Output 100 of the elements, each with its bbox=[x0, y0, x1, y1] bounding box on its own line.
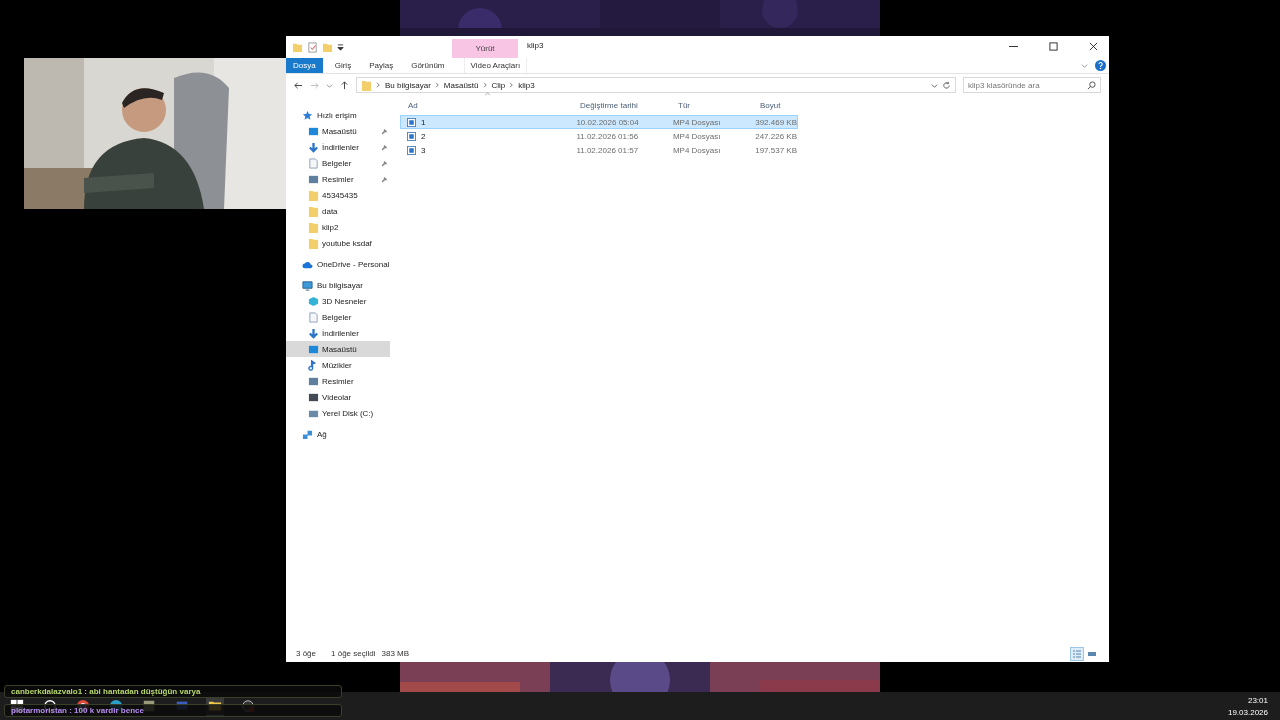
dropdown-icon[interactable] bbox=[337, 43, 344, 51]
nav-item[interactable]: klip2 bbox=[286, 219, 390, 235]
selection-size: 383 MB bbox=[381, 649, 410, 658]
chevron-right-icon[interactable] bbox=[434, 82, 440, 88]
nav-item[interactable]: Masaüstü bbox=[286, 123, 390, 139]
pictures-icon bbox=[308, 375, 319, 387]
nav-heading[interactable]: OneDrive - Personal bbox=[317, 259, 390, 269]
up-arrow-icon[interactable] bbox=[340, 80, 349, 90]
ribbon-tab[interactable]: Görünüm bbox=[402, 58, 454, 73]
maximize-icon[interactable] bbox=[1049, 42, 1058, 51]
nav-item[interactable]: Belgeler bbox=[286, 155, 390, 171]
download-icon bbox=[308, 141, 319, 153]
file-row[interactable]: 2 11.02.2026 01:56 MP4 Dosyası 247.226 KB bbox=[400, 129, 798, 143]
desktop-icon bbox=[308, 343, 319, 355]
column-header[interactable]: Ad bbox=[408, 100, 418, 110]
address-bar[interactable]: Bu bilgisayar Masaüstü Clip klip3 bbox=[356, 77, 956, 93]
pin-icon[interactable] bbox=[381, 175, 388, 183]
nav-item[interactable]: Yerel Disk (C:) bbox=[286, 405, 390, 421]
nav-item[interactable]: Müzikler bbox=[286, 357, 390, 373]
file-type: MP4 Dosyası bbox=[672, 117, 721, 127]
folder-icon bbox=[308, 205, 319, 217]
file-name: 1 bbox=[421, 117, 426, 127]
details-view-button[interactable] bbox=[1070, 646, 1084, 661]
star-icon bbox=[302, 109, 313, 121]
file-name: 3 bbox=[421, 145, 426, 155]
folder-icon bbox=[361, 79, 372, 91]
ribbon-tab[interactable]: Giriş bbox=[325, 58, 361, 73]
nav-item[interactable]: 3D Nesneler bbox=[286, 293, 390, 309]
nav-item[interactable]: youtube ksdaf bbox=[286, 235, 390, 251]
nav-heading[interactable]: Ağ bbox=[317, 429, 327, 439]
ribbon-tab[interactable]: Paylaş bbox=[360, 58, 403, 73]
ribbon-tab[interactable]: Dosya bbox=[286, 58, 323, 73]
chevron-icon[interactable] bbox=[1081, 62, 1088, 69]
column-header[interactable]: Tür bbox=[678, 100, 690, 110]
chevron-icon[interactable] bbox=[931, 81, 938, 89]
breadcrumb[interactable]: klip3 bbox=[518, 80, 535, 90]
nav-item[interactable]: Resimler bbox=[286, 171, 390, 187]
chevron-icon[interactable] bbox=[326, 81, 333, 89]
pin-icon[interactable] bbox=[381, 127, 388, 135]
file-size: 392.469 KB bbox=[755, 117, 797, 127]
folder-icon bbox=[308, 221, 319, 233]
file-row[interactable]: 1 10.02.2026 05:04 MP4 Dosyası 392.469 KB bbox=[400, 115, 798, 129]
nav-item[interactable]: Belgeler bbox=[286, 309, 390, 325]
folder-icon bbox=[308, 189, 319, 201]
desktop-icon bbox=[308, 125, 319, 137]
nav-item[interactable]: data bbox=[286, 203, 390, 219]
chat-toast: plotarmoristan : 100 k vardir bence bbox=[4, 704, 342, 717]
close-icon[interactable] bbox=[1089, 42, 1098, 51]
properties-icon[interactable] bbox=[307, 41, 318, 53]
video-icon bbox=[308, 391, 319, 403]
nav-item[interactable]: 45345435 bbox=[286, 187, 390, 203]
file-row[interactable]: 3 11.02.2026 01:57 MP4 Dosyası 197.537 KB bbox=[400, 143, 798, 157]
modified-date: 10.02.2026 05:04 bbox=[576, 117, 639, 127]
file-type: MP4 Dosyası bbox=[672, 145, 721, 155]
help-icon[interactable] bbox=[1095, 60, 1106, 71]
chevron-right-icon[interactable] bbox=[376, 82, 381, 88]
clock-date: 19.03.2026 bbox=[1227, 707, 1268, 717]
column-header[interactable]: Değiştirme tarihi bbox=[580, 100, 638, 110]
chevron-right-icon[interactable] bbox=[482, 82, 488, 88]
pictures-icon bbox=[308, 173, 319, 185]
pin-icon[interactable] bbox=[381, 159, 388, 167]
modified-date: 11.02.2026 01:56 bbox=[576, 131, 639, 141]
video-file-icon bbox=[407, 117, 416, 127]
ribbon-tab[interactable]: Video Araçları bbox=[463, 58, 528, 73]
item-count: 3 öğe bbox=[296, 649, 317, 658]
breadcrumb[interactable]: Clip bbox=[491, 80, 506, 90]
cube-icon bbox=[308, 295, 319, 307]
column-header[interactable]: Boyut bbox=[760, 100, 781, 110]
nav-item[interactable]: Resimler bbox=[286, 373, 390, 389]
chat-toast: canberkdalazvalo1 : abi hantadan düştüğün varya bbox=[4, 685, 342, 698]
network-icon bbox=[302, 428, 313, 440]
details-icon bbox=[1072, 648, 1082, 659]
document-icon bbox=[308, 311, 319, 323]
forward-arrow-icon[interactable] bbox=[310, 80, 319, 90]
download-icon bbox=[308, 327, 319, 339]
video-file-icon bbox=[407, 131, 416, 141]
window-title: klip3 bbox=[526, 40, 544, 52]
selection-info: 1 öğe seçildi bbox=[331, 649, 376, 658]
nav-item[interactable]: İndirilenler bbox=[286, 139, 390, 155]
chevron-right-icon[interactable] bbox=[509, 82, 515, 88]
nav-heading[interactable]: Hızlı erişim bbox=[317, 110, 357, 120]
video-file-icon bbox=[407, 145, 416, 155]
refresh-icon[interactable] bbox=[942, 80, 951, 90]
search-icon[interactable] bbox=[1087, 81, 1096, 90]
nav-item[interactable]: Videolar bbox=[286, 389, 390, 405]
breadcrumb[interactable]: Bu bilgisayar bbox=[385, 80, 431, 90]
breadcrumb[interactable]: Masaüstü bbox=[443, 80, 479, 90]
pin-icon[interactable] bbox=[381, 143, 388, 151]
context-group-label: Yürüt bbox=[452, 39, 518, 58]
nav-item[interactable]: Masaüstü bbox=[286, 341, 390, 357]
nav-heading[interactable]: Bu bilgisayar bbox=[317, 280, 363, 290]
back-arrow-icon[interactable] bbox=[294, 80, 303, 90]
file-size: 247.226 KB bbox=[755, 131, 797, 141]
file-size: 197.537 KB bbox=[755, 145, 797, 155]
document-icon bbox=[308, 157, 319, 169]
search-field[interactable]: klip3 klasöründe ara bbox=[963, 77, 1101, 93]
file-name: 2 bbox=[421, 131, 426, 141]
file-type: MP4 Dosyası bbox=[672, 131, 721, 141]
nav-item[interactable]: İndirilenler bbox=[286, 325, 390, 341]
clock-time: 23:01 bbox=[1247, 695, 1268, 705]
